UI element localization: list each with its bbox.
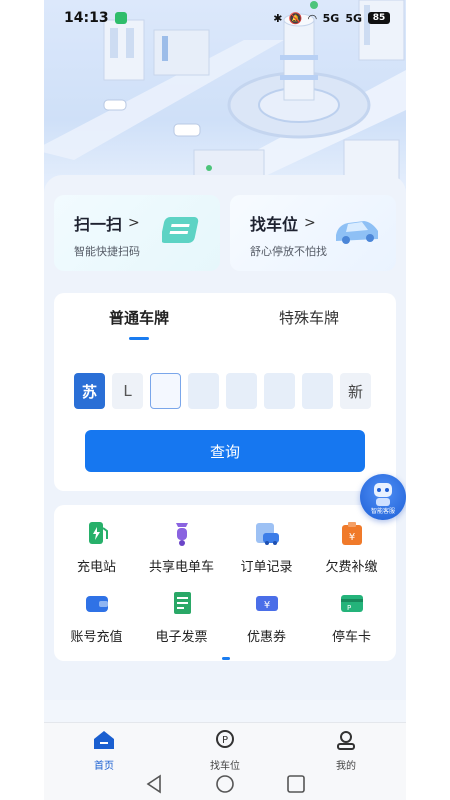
bluetooth-icon: ✱ [273, 11, 283, 25]
car-icon [336, 221, 378, 244]
signal-icon-1: 5G [322, 11, 340, 25]
parking-pin-icon: P [216, 730, 234, 748]
service-arrears-payment[interactable]: ¥ 欠费补缴 [309, 519, 394, 575]
wallet-icon [85, 596, 108, 612]
system-nav-icons [146, 774, 305, 794]
status-bar: 14:13 ✱ 🔕 ◠ 5G 5G 85 [44, 0, 406, 36]
order-record-icon [255, 523, 279, 545]
page-indicator [222, 657, 230, 660]
recents-icon [287, 775, 305, 793]
plate-province-box[interactable]: 苏 [74, 373, 105, 409]
system-nav-bar [44, 770, 406, 800]
back-icon [146, 774, 161, 794]
find-parking-title: 找车位 [250, 215, 299, 234]
chevron-right-icon: > [304, 215, 316, 231]
query-button[interactable]: 查询 [85, 430, 365, 472]
plate-input-row: 苏 L 新 [74, 373, 371, 409]
parking-card-icon: P [340, 595, 363, 612]
chevron-right-icon: > [128, 215, 140, 231]
service-grid: 充电站 共享电单车 订单记录 ¥ 欠费补缴 账号充值 电子发票 ¥ 优惠券 P … [54, 505, 396, 661]
hero-illustration: 14:13 ✱ 🔕 ◠ 5G 5G 85 [44, 0, 406, 200]
nav-find-parking[interactable]: P 找车位 [185, 729, 265, 772]
scooter-icon [175, 523, 188, 546]
service-label: 优惠券 [246, 630, 286, 645]
invoice-icon [173, 592, 191, 614]
app-screen: 14:13 ✱ 🔕 ◠ 5G 5G 85 扫一扫 > 智能快捷扫码 找车位 > … [44, 0, 406, 800]
service-label: 停车卡 [331, 630, 371, 645]
service-label: 订单记录 [240, 560, 293, 575]
profile-icon [337, 731, 355, 750]
find-parking-card[interactable]: 找车位 > 舒心停放不怕找 [230, 195, 396, 271]
plate-letter-box[interactable]: L [112, 373, 143, 409]
charging-station-icon [88, 522, 108, 544]
service-label: 充电站 [76, 560, 116, 575]
service-label: 共享电单车 [148, 560, 214, 575]
svg-text:¥: ¥ [348, 532, 354, 543]
clock: 14:13 [64, 10, 109, 26]
plate-char-box-4[interactable] [188, 373, 219, 409]
service-shared-ebike[interactable]: 共享电单车 [139, 519, 224, 575]
scan-card[interactable]: 扫一扫 > 智能快捷扫码 [54, 195, 220, 271]
notification-badge-icon [114, 12, 127, 24]
mute-icon: 🔕 [288, 11, 303, 25]
service-label: 账号充值 [70, 630, 123, 645]
wifi-icon: ◠ [308, 11, 317, 25]
plate-char-box-6[interactable] [264, 373, 295, 409]
service-label: 电子发票 [155, 630, 208, 645]
plate-query-card: 普通车牌 特殊车牌 苏 L 新 查询 [54, 293, 396, 491]
signal-icon-2: 5G [345, 11, 362, 25]
svg-text:P: P [222, 735, 228, 746]
scan-title: 扫一扫 [74, 215, 123, 234]
plate-new-energy-box[interactable]: 新 [340, 373, 371, 409]
main-panel: 扫一扫 > 智能快捷扫码 找车位 > 舒心停放不怕找 普通车牌 特殊车牌 苏 L… [44, 175, 406, 700]
active-tab-indicator [129, 337, 149, 340]
svg-text:¥: ¥ [263, 600, 269, 611]
nav-home[interactable]: 首页 [64, 729, 144, 772]
battery-icon: 85 [368, 12, 390, 24]
tab-special-plate[interactable]: 特殊车牌 [279, 307, 339, 328]
tab-normal-plate[interactable]: 普通车牌 [109, 307, 169, 328]
plate-char-box-5[interactable] [226, 373, 257, 409]
assistant-label: 智能客服 [370, 508, 395, 515]
svg-text:P: P [347, 604, 351, 612]
scan-icon [162, 217, 199, 243]
service-charging-station[interactable]: 充电站 [54, 519, 139, 575]
plate-tabs: 普通车牌 特殊车牌 [54, 303, 396, 343]
service-account-topup[interactable]: 账号充值 [54, 589, 139, 645]
bottom-nav: 首页 P 找车位 我的 [44, 722, 406, 772]
service-order-record[interactable]: 订单记录 [224, 519, 309, 575]
plate-char-box-3[interactable] [150, 373, 181, 409]
plate-char-box-7[interactable] [302, 373, 333, 409]
home-icon [94, 731, 114, 749]
service-e-invoice[interactable]: 电子发票 [139, 589, 224, 645]
service-label: 欠费补缴 [325, 560, 378, 575]
service-parking-card[interactable]: P 停车卡 [309, 589, 394, 645]
nav-profile[interactable]: 我的 [306, 729, 386, 772]
smart-assistant-button[interactable]: 智能客服 [360, 474, 406, 520]
arrears-payment-icon: ¥ [341, 522, 362, 545]
home-circle-icon [216, 775, 234, 793]
coupon-icon: ¥ [255, 596, 278, 611]
service-coupon[interactable]: ¥ 优惠券 [224, 589, 309, 645]
